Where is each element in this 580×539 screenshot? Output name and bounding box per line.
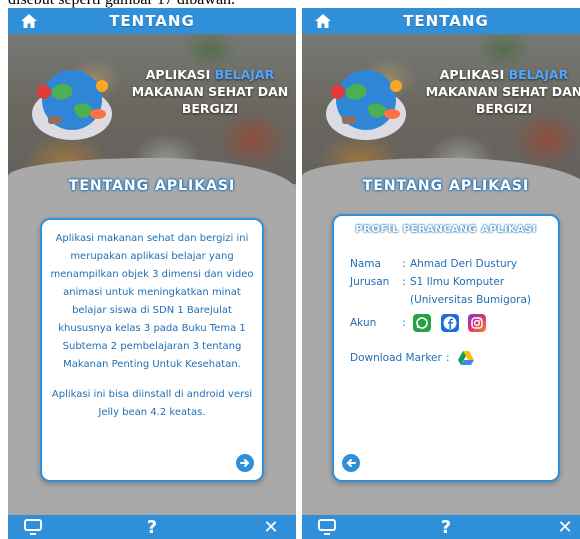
name-value: Ahmad Deri Dustury — [410, 258, 518, 270]
about-paragraph-1: Aplikasi makanan sehat dan bergizi ini m… — [50, 233, 254, 370]
arrow-right-icon — [240, 459, 250, 467]
name-label: Nama — [350, 258, 381, 270]
page-title: TENTANG — [403, 12, 489, 30]
app-title-line1: APLIKASI — [145, 67, 215, 82]
top-bar: TENTANG — [8, 8, 296, 34]
globe-food-logo — [326, 70, 406, 140]
app-title: APLIKASI BELAJAR MAKANAN SEHAT DAN BERGI… — [420, 66, 580, 117]
download-marker-label: Download Marker — [350, 352, 442, 364]
monitor-icon[interactable] — [316, 518, 338, 536]
facebook-icon[interactable] — [440, 314, 459, 332]
bottom-bar: ? ✕ — [302, 515, 580, 539]
back-button[interactable] — [342, 454, 360, 472]
account-label: Akun — [350, 317, 377, 329]
section-title: TENTANG APLIKASI — [68, 178, 236, 194]
university-value: (Universitas Bumigora) — [410, 294, 532, 306]
bottom-bar: ? ✕ — [8, 515, 296, 539]
phone-screen-about-app: TENTANG APLIKASI BELAJAR MAKANAN SEHAT D… — [8, 8, 296, 539]
close-icon[interactable]: ✕ — [554, 517, 576, 538]
home-icon[interactable] — [20, 12, 38, 30]
profile-title: PROFIL PERANCANG APLIKASI — [355, 224, 537, 235]
help-icon[interactable]: ? — [141, 517, 163, 538]
app-title: APLIKASI BELAJAR MAKANAN SEHAT DAN BERGI… — [126, 66, 294, 117]
about-card: Aplikasi makanan sehat dan bergizi ini m… — [40, 218, 264, 482]
close-icon[interactable]: ✕ — [260, 517, 282, 538]
section-title: TENTANG APLIKASI — [362, 178, 530, 194]
app-title-highlight: BELAJAR — [214, 67, 275, 82]
whatsapp-icon[interactable] — [413, 314, 432, 332]
app-title-line3: BERGIZI — [181, 101, 239, 116]
phone-screen-designer-profile: TENTANG APLIKASI BELAJAR MAKANAN SEHAT D… — [302, 8, 580, 539]
top-bar: TENTANG — [302, 8, 580, 34]
home-icon[interactable] — [314, 12, 332, 30]
globe-food-logo — [32, 70, 112, 140]
help-icon[interactable]: ? — [435, 517, 457, 538]
google-drive-icon[interactable] — [457, 350, 475, 366]
name-row: Nama: Ahmad Deri Dustury — [350, 258, 518, 270]
page-title: TENTANG — [109, 12, 195, 30]
download-marker-row: Download Marker: — [350, 350, 475, 366]
document-caption: disebut seperti gambar 17 dibawah. — [8, 0, 578, 8]
profile-card: PROFIL PERANCANG APLIKASI Nama: Ahmad Der… — [332, 214, 560, 482]
major-row: Jurusan: S1 Ilmu Komputer — [350, 276, 505, 288]
app-title-line2: MAKANAN SEHAT DAN — [131, 84, 289, 99]
arrow-left-icon — [346, 459, 356, 467]
monitor-icon[interactable] — [22, 518, 44, 536]
instagram-icon[interactable] — [468, 314, 487, 332]
account-row: Akun: — [350, 314, 492, 332]
app-title-line3: BERGIZI — [475, 101, 533, 116]
major-label: Jurusan — [350, 276, 390, 288]
next-button[interactable] — [236, 454, 254, 472]
app-title-highlight: BELAJAR — [508, 67, 569, 82]
app-title-line2: MAKANAN SEHAT DAN — [425, 84, 580, 99]
about-paragraph-2: Aplikasi ini bisa diinstall di android v… — [51, 389, 253, 418]
app-title-line1: APLIKASI — [439, 67, 509, 82]
major-value: S1 Ilmu Komputer — [410, 276, 505, 288]
